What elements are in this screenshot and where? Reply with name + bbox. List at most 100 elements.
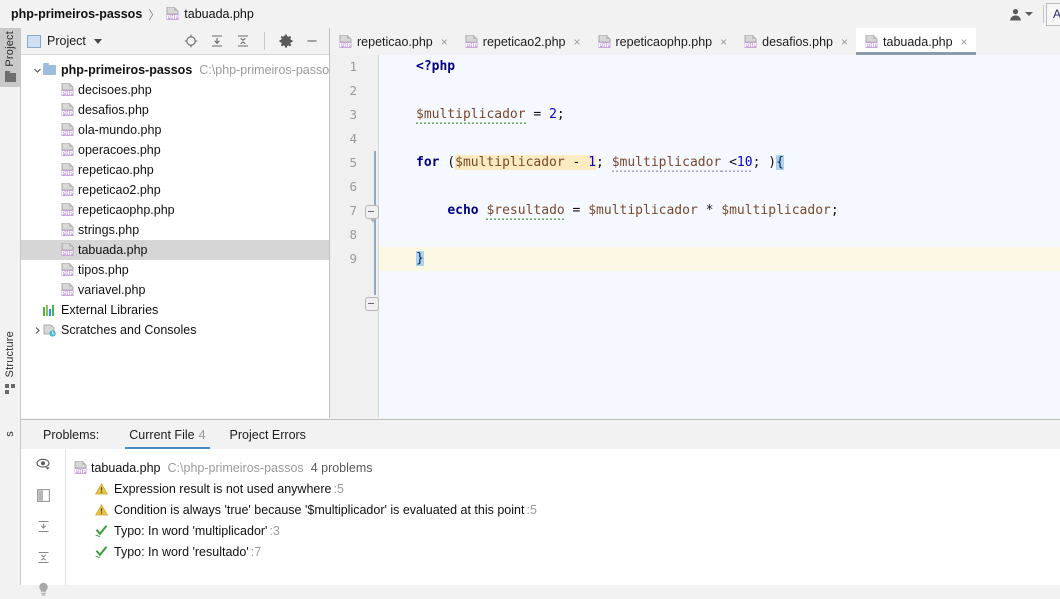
line-number: 4 — [349, 131, 357, 146]
collapse-all-icon[interactable] — [37, 551, 50, 567]
problem-item[interactable]: Expression result is not used anywhere:5 — [66, 478, 1060, 499]
project-panel-title-group[interactable]: Project — [27, 34, 102, 48]
svg-text:PHP: PHP — [62, 291, 74, 297]
top-navigation-bar: php-primeiros-passos 〉 PHP tabuada.php A — [0, 0, 1060, 29]
tree-item-ola-mundo-php[interactable]: PHP ola-mundo.php — [21, 120, 329, 140]
breadcrumb-project[interactable]: php-primeiros-passos — [11, 7, 142, 21]
fold-marker-line9[interactable] — [365, 297, 379, 311]
chevron-down-icon[interactable] — [93, 38, 102, 44]
problems-file-count: 4 problems — [310, 460, 373, 475]
tree-item-tipos-php[interactable]: PHP tipos.php — [21, 260, 329, 280]
expand-all-icon[interactable] — [37, 520, 50, 536]
problems-file-row[interactable]: PHP tabuada.php C:\php-primeiros-passos … — [66, 457, 1060, 478]
add-configuration-button[interactable]: A — [1046, 2, 1060, 26]
folder-icon — [4, 70, 16, 82]
problem-item-line: :5 — [526, 502, 537, 517]
editor-tab-repeticao-php[interactable]: PHP repeticao.php × — [330, 28, 456, 55]
line-number: 8 — [349, 227, 357, 242]
warning-icon — [94, 503, 109, 516]
editor-tab-desafios-php[interactable]: PHP desafios.php × — [735, 28, 857, 55]
collapse-all-icon[interactable] — [236, 34, 250, 48]
gear-icon[interactable] — [279, 34, 293, 48]
close-icon[interactable]: × — [441, 36, 448, 48]
problem-item-text: Typo: In word 'resultado' — [114, 544, 249, 559]
tree-item-strings-php[interactable]: PHP strings.php — [21, 220, 329, 240]
token-for-tail: ; ) — [752, 155, 777, 170]
sidebar-tab-project[interactable]: Project — [0, 28, 20, 87]
chevron-down-icon[interactable] — [31, 66, 43, 75]
token-variable: $multiplicador — [611, 155, 722, 172]
highlighted-expression: $multiplicador - 1 — [455, 155, 597, 170]
line-number: 3 — [349, 107, 357, 122]
tree-item-tabuada-php[interactable]: PHP tabuada.php — [21, 240, 329, 260]
line-number: 9 — [349, 251, 357, 266]
minimize-icon[interactable] — [305, 34, 319, 48]
token-semicolon: ; — [596, 155, 612, 170]
sidebar-tab-extra[interactable]: s — [0, 428, 20, 441]
svg-text:PHP: PHP — [75, 469, 87, 475]
tree-item-php-primeiros-passos[interactable]: php-primeiros-passos C:\php-primeiros-pas… — [21, 60, 335, 80]
folder-icon — [43, 63, 56, 75]
svg-text:PHP: PHP — [62, 171, 74, 177]
tree-item-label: repeticaophp.php — [78, 203, 175, 217]
svg-text:PHP: PHP — [598, 43, 610, 49]
editor-tab-label: repeticao2.php — [482, 34, 566, 49]
tree-item-decisoes-php[interactable]: PHP decisoes.php — [21, 80, 329, 100]
tree-item-scratches-and-consoles[interactable]: Scratches and Consoles — [21, 320, 329, 340]
problem-item[interactable]: Typo: In word 'multiplicador':3 — [66, 520, 1060, 541]
breadcrumb-file[interactable]: tabuada.php — [184, 7, 254, 21]
svg-text:PHP: PHP — [62, 271, 74, 277]
line-number: 1 — [349, 59, 357, 74]
tree-item-repeticao-php[interactable]: PHP repeticao.php — [21, 160, 329, 180]
line-number: 2 — [349, 83, 357, 98]
close-icon[interactable]: × — [841, 36, 848, 48]
php-file-icon: PHP — [61, 142, 74, 157]
user-account-button[interactable] — [1001, 3, 1041, 25]
problem-item[interactable]: Typo: In word 'resultado':7 — [66, 541, 1060, 562]
close-icon[interactable]: × — [573, 36, 580, 48]
sidebar-tab-structure[interactable]: Structure — [0, 328, 20, 395]
eye-icon[interactable] — [35, 458, 51, 474]
problems-content: PHP tabuada.php C:\php-primeiros-passos … — [21, 449, 1060, 596]
code-line-9: } — [379, 247, 1060, 271]
split-panel-icon[interactable] — [36, 489, 50, 505]
problem-item-text: Typo: In word 'multiplicador' — [114, 523, 268, 538]
problems-gutter-toolbar — [21, 449, 66, 596]
php-file-icon: PHP — [61, 242, 74, 257]
code-line-3: $multiplicador = 2; — [379, 103, 1060, 127]
tab-current-file[interactable]: Current File 4 — [117, 420, 217, 449]
fold-marker-line5[interactable] — [365, 205, 379, 223]
php-file-icon: PHP — [61, 122, 74, 137]
tree-item-label: operacoes.php — [78, 143, 161, 157]
editor-tab-tabuada-php[interactable]: PHP tabuada.php × — [856, 28, 976, 55]
expand-all-icon[interactable] — [210, 34, 224, 48]
tree-item-repeticao2-php[interactable]: PHP repeticao2.php — [21, 180, 329, 200]
fold-gutter — [363, 55, 379, 418]
tab-current-file-count: 4 — [198, 427, 206, 442]
code-editor[interactable]: 1 2 3 4 5 6 7 8 9 <?php $multiplicador = 2; for … — [330, 55, 1060, 418]
php-file-icon: PHP — [744, 34, 757, 49]
tree-item-desafios-php[interactable]: PHP desafios.php — [21, 100, 329, 120]
tree-item-external-libraries[interactable]: External Libraries — [21, 300, 329, 320]
token-assign: = — [564, 203, 589, 218]
token-number: 2 — [549, 107, 557, 122]
editor-tab-repeticaophp-php[interactable]: PHP repeticaophp.php × — [588, 28, 736, 55]
svg-text:PHP: PHP — [745, 43, 757, 49]
close-icon[interactable]: × — [720, 36, 727, 48]
line-number: 7 — [349, 203, 357, 218]
chevron-right-icon[interactable] — [31, 326, 43, 335]
editor-tab-repeticao2-php[interactable]: PHP repeticao2.php × — [455, 28, 589, 55]
locate-icon[interactable] — [184, 34, 198, 48]
line-number: 5 — [349, 155, 357, 170]
problems-list: PHP tabuada.php C:\php-primeiros-passos … — [66, 449, 1060, 585]
tree-item-repeticaophp-php[interactable]: PHP repeticaophp.php — [21, 200, 329, 220]
token-number: 10 — [736, 155, 753, 172]
problem-item[interactable]: Condition is always 'true' because '$mul… — [66, 499, 1060, 520]
problems-label: Problems: — [43, 427, 100, 442]
close-icon[interactable]: × — [961, 36, 968, 48]
tree-item-operacoes-php[interactable]: PHP operacoes.php — [21, 140, 329, 160]
tree-item-variavel-php[interactable]: PHP variavel.php — [21, 280, 329, 300]
tab-project-errors[interactable]: Project Errors — [218, 420, 318, 449]
code-text[interactable]: <?php $multiplicador = 2; for ($multipli… — [379, 55, 1060, 418]
